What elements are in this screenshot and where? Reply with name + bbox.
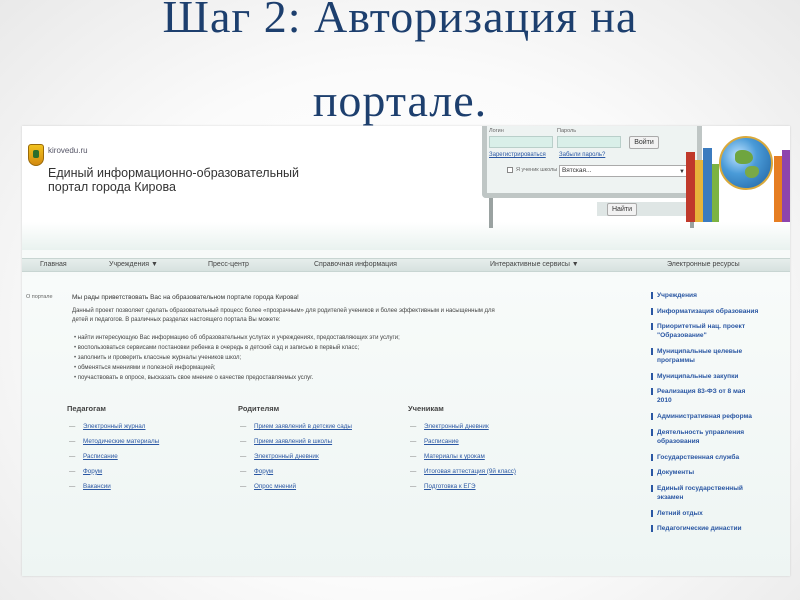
- main-nav: Главная Учреждения ▼ Пресс-центр Справоч…: [22, 258, 790, 272]
- nav-item-home[interactable]: Главная: [40, 261, 67, 268]
- students-column: Ученикам Электронный дневник Расписание …: [408, 404, 516, 495]
- list-item: заполнить и проверить классные журналы у…: [74, 353, 400, 363]
- breadcrumb[interactable]: О портале: [26, 294, 53, 300]
- nav-item-resources[interactable]: Электронные ресурсы: [667, 261, 740, 268]
- students-link[interactable]: Подготовка к ЕГЭ: [408, 480, 516, 495]
- portal-screenshot: kirovedu.ru Единый информационно-образов…: [22, 126, 790, 576]
- sidebar: Учреждения Информатизация образования Пр…: [651, 291, 787, 540]
- list-item: поучаствовать в опросе, высказать свое м…: [74, 373, 400, 383]
- school-select-value: Вятская...: [562, 167, 592, 174]
- sidebar-item[interactable]: Приоритетный нац. проект "Образование": [651, 322, 787, 340]
- school-checkbox-label: Я ученик школы: [516, 167, 558, 173]
- sidebar-item[interactable]: Реализация 83-ФЗ от 8 мая 2010: [651, 387, 787, 405]
- forgot-password-link[interactable]: Забыли пароль?: [559, 152, 605, 158]
- parents-link[interactable]: Электронный дневник: [238, 450, 352, 465]
- sidebar-item[interactable]: Единый государственный экзамен: [651, 484, 787, 502]
- parents-link[interactable]: Форум: [238, 465, 352, 480]
- login-label: Логин: [489, 128, 504, 134]
- list-item: обменяться мнениями и полезной информаци…: [74, 363, 400, 373]
- intro-line: детей и педагогов. В различных разделах …: [72, 317, 281, 323]
- login-input[interactable]: [489, 136, 553, 148]
- teachers-link[interactable]: Расписание: [67, 450, 159, 465]
- teachers-link[interactable]: Форум: [67, 465, 159, 480]
- students-link[interactable]: Материалы к урокам: [408, 450, 516, 465]
- school-checkbox[interactable]: [507, 167, 513, 173]
- sidebar-item[interactable]: Учреждения: [651, 291, 787, 300]
- password-label: Пароль: [557, 128, 577, 134]
- sidebar-item[interactable]: Летний отдых: [651, 509, 787, 518]
- nav-item-reference[interactable]: Справочная информация: [314, 261, 397, 268]
- teachers-link[interactable]: Вакансии: [67, 480, 159, 495]
- nav-item-interactive[interactable]: Интерактивные сервисы ▼: [490, 261, 579, 268]
- students-heading: Ученикам: [408, 404, 444, 413]
- globe-icon: [719, 136, 773, 190]
- board-leg-left: [489, 198, 493, 228]
- site-name-line2: портал города Кирова: [48, 180, 176, 194]
- teachers-link[interactable]: Электронный журнал: [67, 420, 159, 435]
- students-link[interactable]: Электронный дневник: [408, 420, 516, 435]
- sidebar-item[interactable]: Информатизация образования: [651, 307, 787, 316]
- password-input[interactable]: [557, 136, 621, 148]
- parents-link[interactable]: Прием заявлений в школы: [238, 435, 352, 450]
- teachers-column: Педагогам Электронный журнал Методически…: [67, 404, 159, 495]
- welcome-text: Мы рады приветствовать Вас на образовате…: [72, 294, 299, 301]
- slide-title-line2: портале.: [312, 75, 488, 126]
- coat-of-arms-icon[interactable]: [28, 144, 44, 166]
- sidebar-item[interactable]: Педагогические династии: [651, 524, 787, 533]
- intro-line: Данный проект позволяет сделать образова…: [72, 308, 495, 314]
- sidebar-item[interactable]: Документы: [651, 468, 787, 477]
- nav-item-institutions[interactable]: Учреждения ▼: [109, 261, 158, 268]
- register-link[interactable]: Зарегистрироваться: [489, 152, 546, 158]
- teachers-heading: Педагогам: [67, 404, 106, 413]
- parents-link[interactable]: Опрос мнений: [238, 480, 352, 495]
- features-list: найти интересующую Вас информацию об обр…: [74, 333, 400, 383]
- sidebar-item[interactable]: Деятельность управления образования: [651, 428, 787, 446]
- site-name[interactable]: Единый информационно-образовательный пор…: [48, 166, 348, 194]
- parents-heading: Родителям: [238, 404, 280, 413]
- parents-link[interactable]: Прием заявлений в детские сады: [238, 420, 352, 435]
- header-band: [22, 222, 790, 250]
- sidebar-item[interactable]: Муниципальные закупки: [651, 372, 787, 381]
- teachers-link[interactable]: Методические материалы: [67, 435, 159, 450]
- parents-column: Родителям Прием заявлений в детские сады…: [238, 404, 352, 495]
- globe-books-icon: [682, 126, 790, 222]
- nav-item-press[interactable]: Пресс-центр: [208, 261, 249, 268]
- school-select[interactable]: Вятская... ▼: [559, 165, 687, 177]
- site-domain: kirovedu.ru: [48, 146, 88, 155]
- list-item: воспользоваться сервисами постановки реб…: [74, 343, 400, 353]
- content-area: О портале Мы рады приветствовать Вас на …: [22, 276, 790, 576]
- list-item: найти интересующую Вас информацию об обр…: [74, 333, 400, 343]
- sidebar-item[interactable]: Административная реформа: [651, 412, 787, 421]
- login-board: Логин Пароль Войти Зарегистрироваться За…: [482, 126, 702, 198]
- login-button[interactable]: Войти: [629, 136, 659, 149]
- sidebar-item[interactable]: Муниципальные целевые программы: [651, 347, 787, 365]
- search-button[interactable]: Найти: [607, 203, 637, 216]
- site-name-line1: Единый информационно-образовательный: [48, 166, 299, 180]
- sidebar-item[interactable]: Государственная служба: [651, 453, 787, 462]
- students-link[interactable]: Итоговая аттестация (9й класс): [408, 465, 516, 480]
- intro-text: Данный проект позволяет сделать образова…: [72, 307, 612, 325]
- slide-title-line1: Шаг 2: Авторизация на: [162, 0, 638, 42]
- students-link[interactable]: Расписание: [408, 435, 516, 450]
